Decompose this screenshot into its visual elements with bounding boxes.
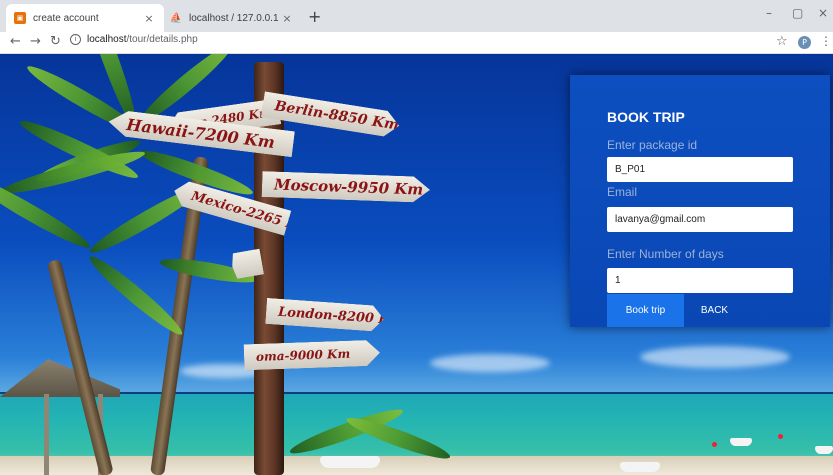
close-tab-icon[interactable]: ×	[280, 12, 294, 25]
close-tab-icon[interactable]: ×	[142, 12, 156, 25]
hut-post	[44, 394, 49, 475]
close-window-icon[interactable]: ×	[818, 6, 828, 20]
site-favicon-icon: ▣	[14, 12, 26, 24]
boat	[620, 462, 660, 472]
days-label: Enter Number of days	[607, 247, 724, 261]
page-viewport: mp.2480 Km Berlin-8850 Km Hawaii-7200 Km…	[0, 54, 833, 475]
bookmark-star-icon[interactable]: ☆	[776, 34, 788, 49]
buoy	[778, 434, 783, 439]
sign-text: Moscow-9950 Km	[273, 175, 424, 199]
email-label: Email	[607, 185, 638, 199]
back-button[interactable]: BACK	[692, 294, 737, 327]
maximize-icon[interactable]: ▢	[792, 6, 803, 20]
sign-roma: oma-9000 Km	[244, 340, 381, 371]
tab-title: create account	[33, 12, 99, 24]
cloud	[640, 346, 790, 368]
package-id-input[interactable]	[607, 157, 793, 182]
email-input[interactable]	[607, 207, 793, 232]
address-bar[interactable]: i localhost/tour/details.php	[70, 34, 198, 45]
tab-bar: ▣ create account × ⛵ localhost / 127.0.0…	[0, 0, 833, 32]
book-trip-card: BOOK TRIP Enter package id Email Enter N…	[570, 75, 830, 327]
boat	[730, 438, 752, 446]
book-trip-button[interactable]: Book trip	[607, 294, 684, 327]
tab-create-account[interactable]: ▣ create account ×	[6, 4, 164, 32]
tab-title: localhost / 127.0.0.1 / testb / pr	[189, 12, 280, 24]
new-tab-button[interactable]: +	[308, 7, 321, 26]
profile-avatar[interactable]: P	[798, 36, 811, 49]
boat	[815, 446, 833, 454]
form-title: BOOK TRIP	[607, 109, 685, 125]
cloud	[430, 354, 550, 372]
boat	[320, 456, 380, 468]
minimize-icon[interactable]: –	[766, 6, 772, 20]
url-path: /tour/details.php	[126, 34, 198, 45]
sign-text: oma-9000 Km	[255, 346, 351, 364]
phpmyadmin-favicon-icon: ⛵	[169, 12, 183, 24]
forward-arrow-icon[interactable]: →	[30, 34, 41, 49]
info-icon[interactable]: i	[70, 34, 81, 45]
browser-toolbar: ← → ↻ i localhost/tour/details.php ☆ P ⋮	[0, 32, 833, 54]
tab-phpmyadmin[interactable]: ⛵ localhost / 127.0.0.1 / testb / pr ×	[162, 4, 302, 32]
background-sand	[0, 456, 833, 475]
days-input[interactable]	[607, 268, 793, 293]
buoy	[712, 442, 717, 447]
back-arrow-icon[interactable]: ←	[10, 34, 21, 49]
package-id-label: Enter package id	[607, 138, 698, 152]
kebab-menu-icon[interactable]: ⋮	[820, 34, 832, 48]
reload-icon[interactable]: ↻	[50, 34, 61, 49]
url-host: localhost	[87, 34, 127, 45]
